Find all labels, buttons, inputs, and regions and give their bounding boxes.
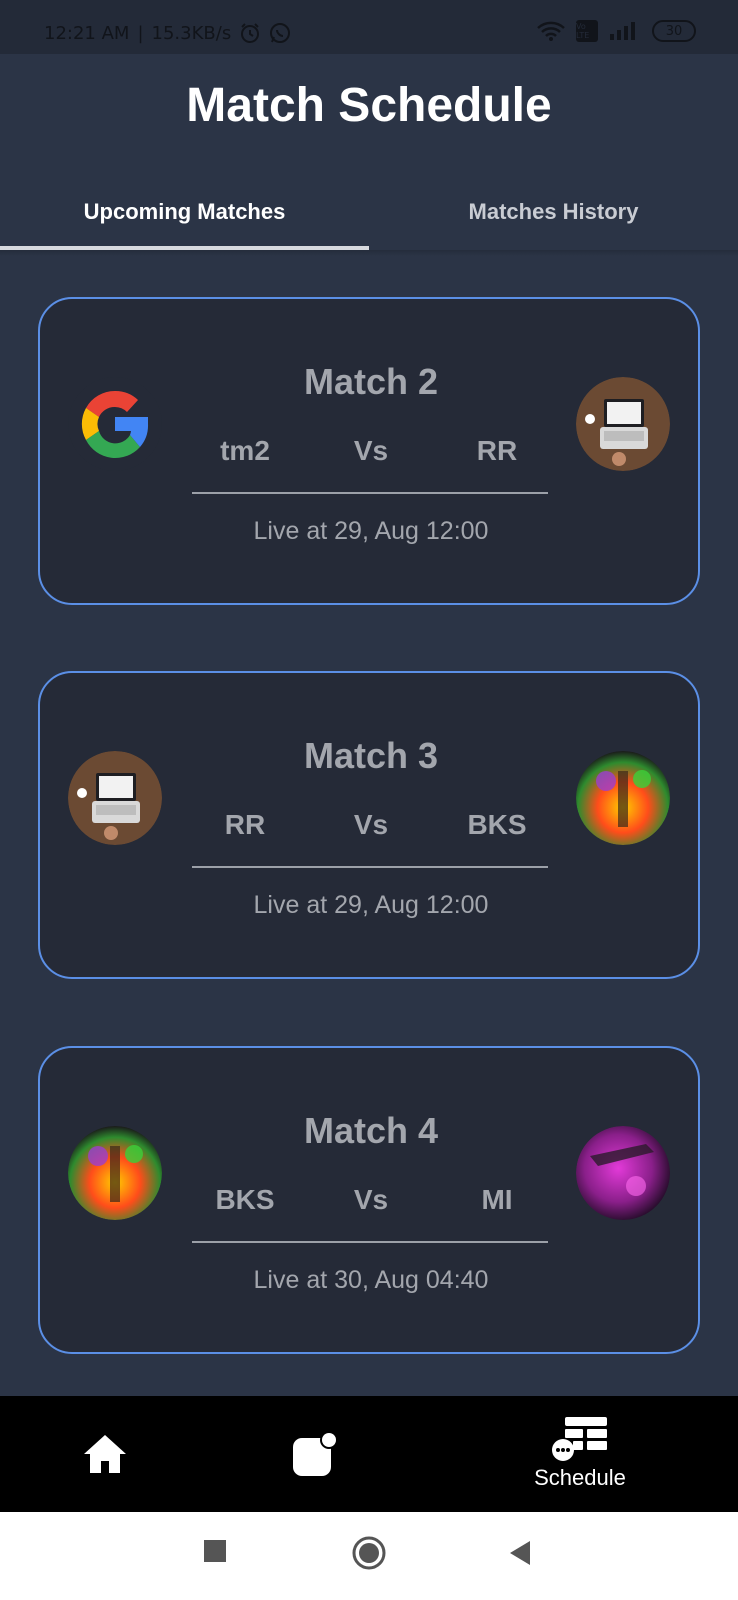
wifi-icon <box>537 21 565 41</box>
live-time: Live at 29, Aug 12:00 <box>253 891 489 919</box>
header-shadow <box>0 250 738 256</box>
match-title: Match 2 <box>303 361 439 402</box>
teams-row: BKS Vs MI <box>190 1184 552 1216</box>
tab-label: Upcoming Matches <box>83 199 286 224</box>
match-card[interactable]: Match 3 RR Vs BKS Live at 29, Aug 12:00 <box>38 671 700 979</box>
team1-name: BKS <box>215 1184 275 1215</box>
page-title: Match Schedule <box>186 79 552 132</box>
team2-name: MI <box>481 1184 513 1215</box>
volte-icon: Vo LTE <box>576 20 598 42</box>
whatsapp-icon <box>270 23 291 43</box>
match-title: Match 4 <box>303 1110 439 1151</box>
home-button-icon[interactable] <box>352 1536 386 1570</box>
tab-bar: Upcoming Matches Matches History <box>0 174 738 250</box>
signal-icon <box>610 22 635 40</box>
teams-row: tm2 Vs RR <box>190 435 552 467</box>
nav-schedule[interactable]: Schedule <box>510 1396 650 1512</box>
tab-label: Matches History <box>468 199 639 224</box>
match-title: Match 3 <box>303 735 439 776</box>
status-bar: 12:21 AM | 15.3KB/s Vo LTE 30 <box>0 0 738 54</box>
system-nav-bar <box>0 1512 738 1600</box>
team2-name: RR <box>476 435 518 466</box>
divider <box>192 1241 548 1243</box>
live-time: Live at 30, Aug 04:40 <box>253 1266 489 1294</box>
vs-label: Vs <box>353 809 389 840</box>
battery-indicator: 30 <box>652 20 696 42</box>
status-time: 12:21 AM <box>44 22 130 44</box>
team2-name: BKS <box>467 809 527 840</box>
alarm-icon <box>241 23 260 43</box>
live-time: Live at 29, Aug 12:00 <box>253 517 489 545</box>
home-icon <box>84 1435 126 1473</box>
team1-name: RR <box>224 809 266 840</box>
tab-upcoming-matches[interactable]: Upcoming Matches <box>0 174 369 250</box>
back-icon[interactable] <box>508 1540 532 1566</box>
match-card[interactable]: Match 2 tm2 Vs RR Live at 29, Aug 12:00 <box>38 297 700 605</box>
status-separator: | <box>137 22 144 44</box>
vs-label: Vs <box>353 435 389 466</box>
divider <box>192 492 548 494</box>
recent-apps-icon[interactable] <box>204 1540 226 1562</box>
match-card[interactable]: Match 4 BKS Vs MI Live at 30, Aug 04:40 <box>38 1046 700 1354</box>
app-header: Match Schedule Upcoming Matches Matches … <box>0 54 738 250</box>
nav-home[interactable] <box>70 1396 140 1512</box>
tab-matches-history[interactable]: Matches History <box>369 174 738 250</box>
nav-notifications[interactable] <box>280 1396 350 1512</box>
teams-row: RR Vs BKS <box>190 809 552 841</box>
notification-icon <box>293 1431 338 1476</box>
vs-label: Vs <box>353 1184 389 1215</box>
bottom-nav: Schedule <box>0 1396 738 1512</box>
schedule-icon <box>552 1417 607 1461</box>
team1-name: tm2 <box>220 435 270 466</box>
network-speed: 15.3KB/s <box>151 22 232 44</box>
nav-schedule-label: Schedule <box>534 1465 626 1490</box>
divider <box>192 866 548 868</box>
